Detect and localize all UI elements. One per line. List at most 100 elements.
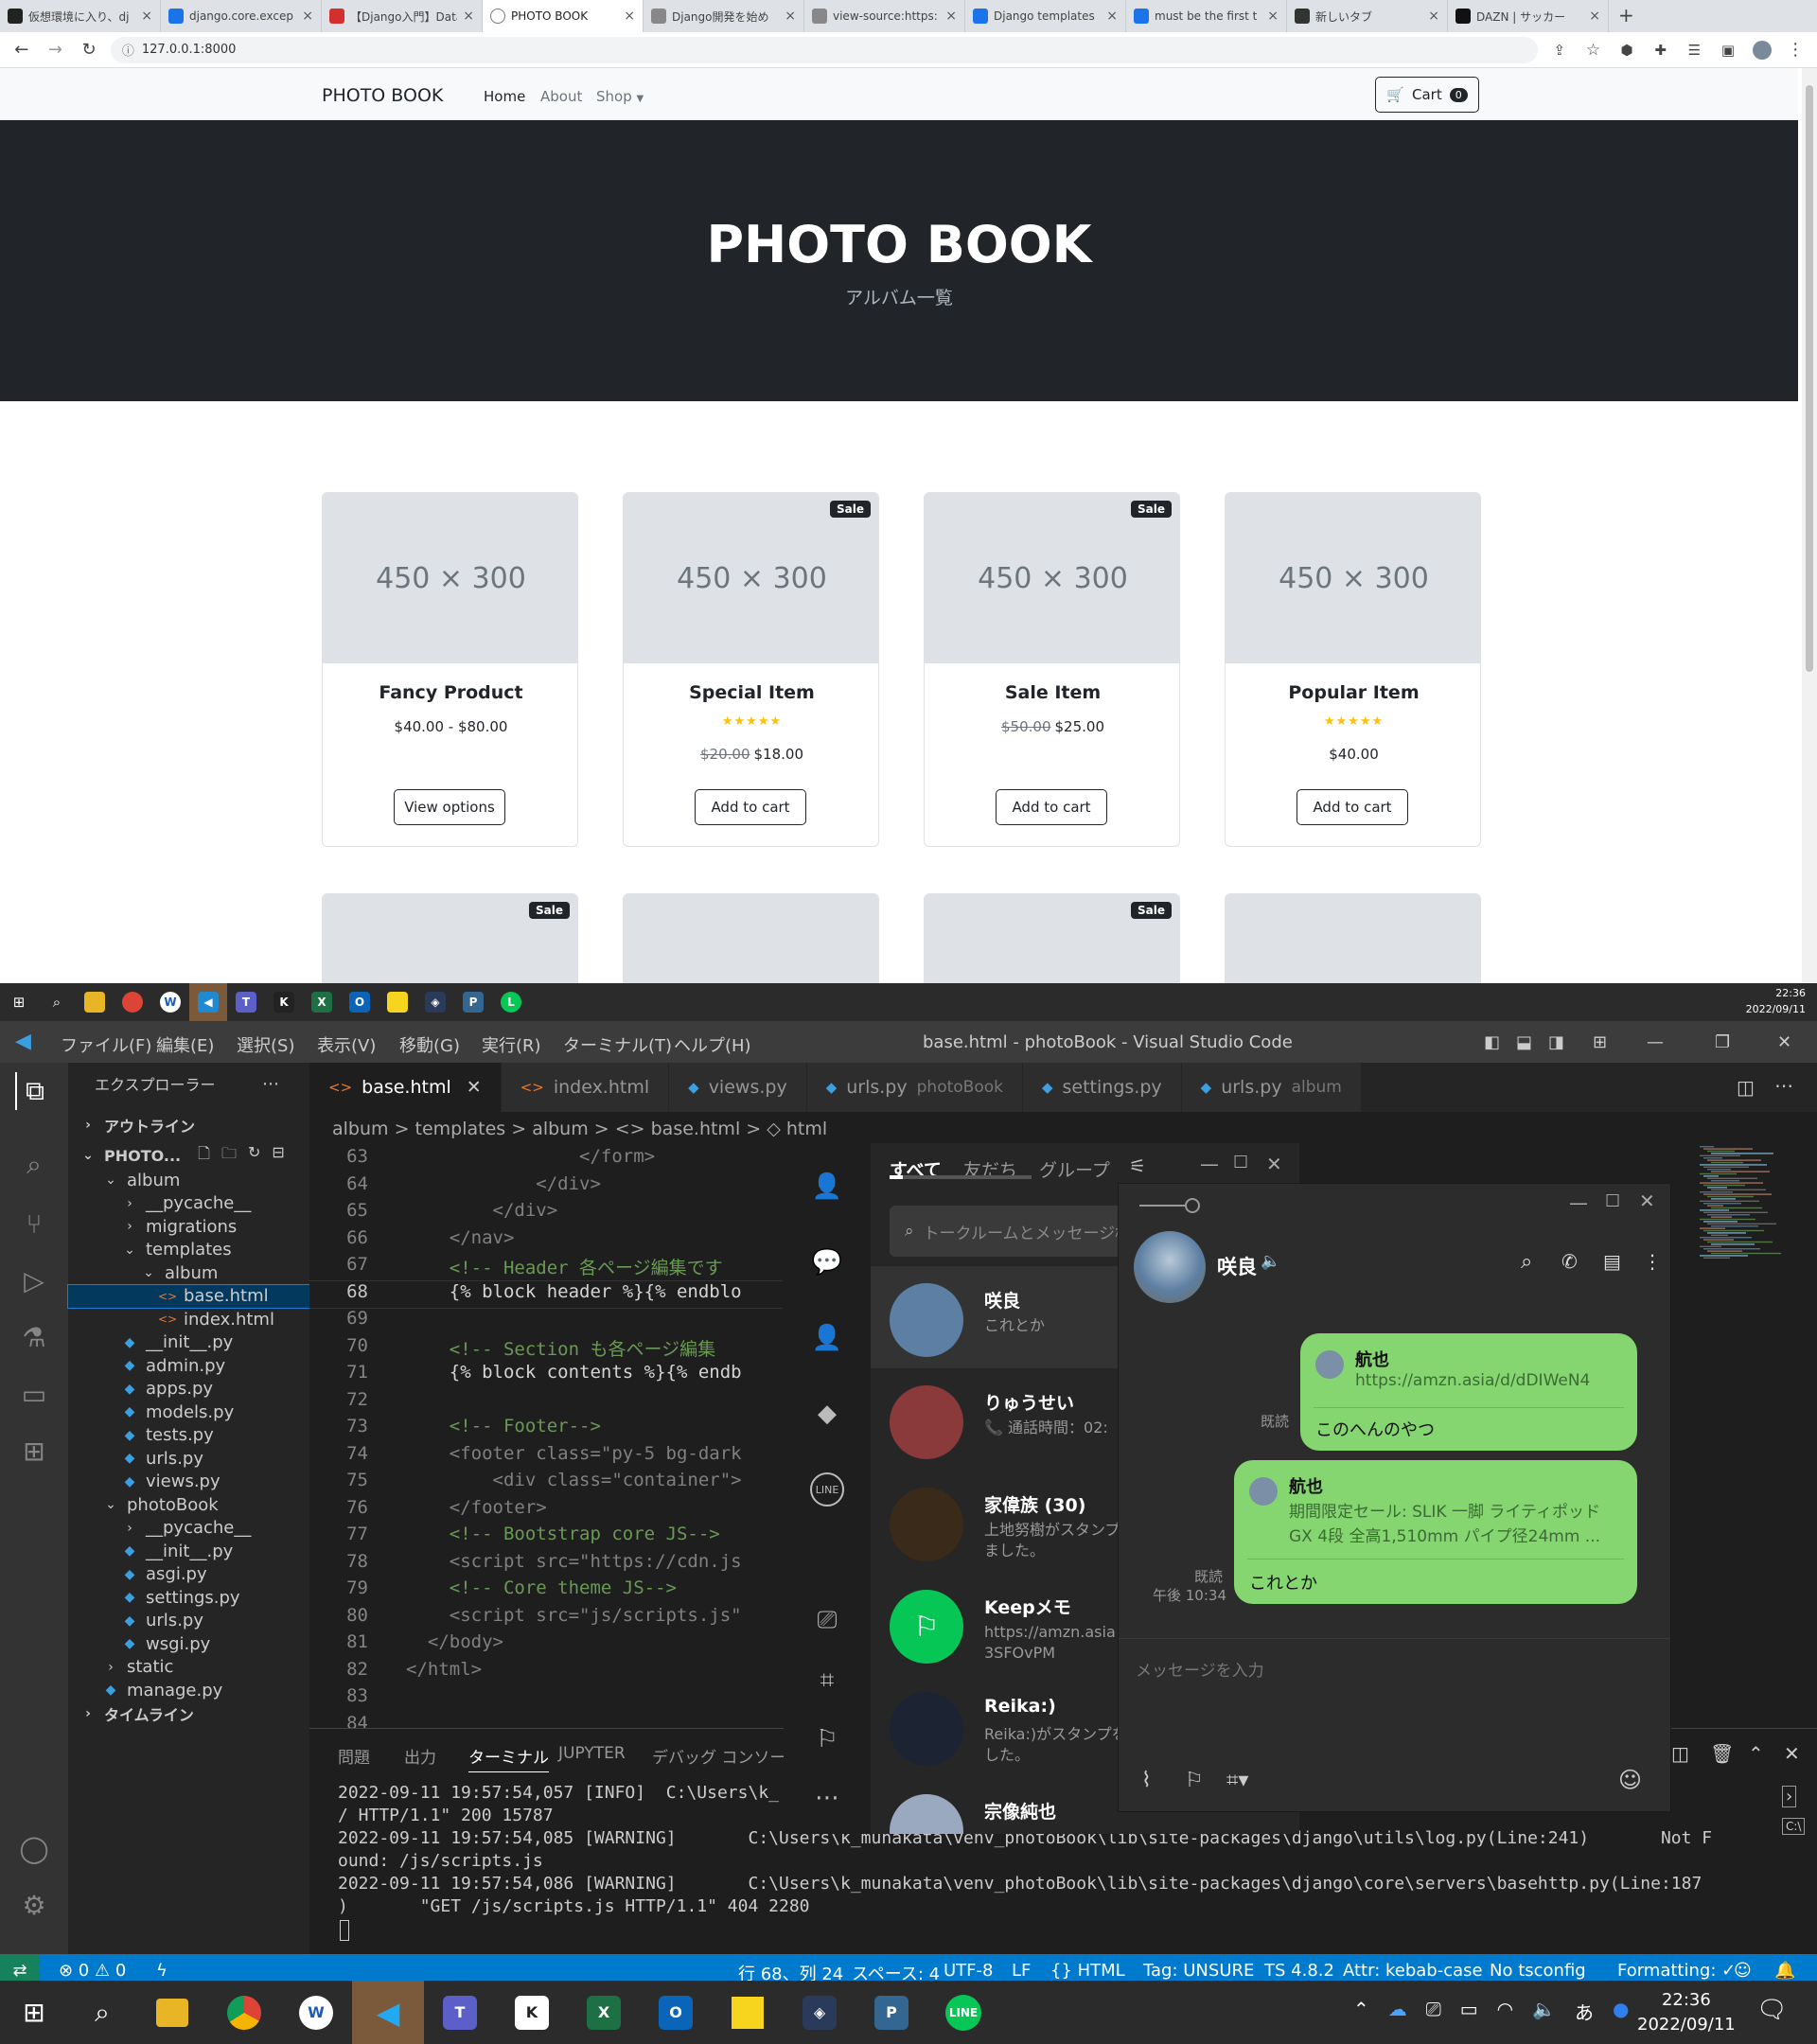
meet-icon[interactable]: ⎚ [1426, 1998, 1441, 2025]
browser-tab[interactable]: 新しいタブ × [1287, 0, 1448, 32]
tab-terminal[interactable]: ターミナル [468, 1744, 549, 1772]
chat-search-icon[interactable]: ⌕ [1521, 1250, 1532, 1274]
tree-item[interactable]: ◆ wsgi.py [68, 1632, 309, 1655]
remote-explorer-icon[interactable]: ▭ [15, 1375, 53, 1413]
postgres-icon[interactable]: P [454, 983, 492, 1021]
more-actions-icon[interactable]: ⋯ [262, 1068, 300, 1099]
editor-tab[interactable]: ◆ urls.py album [1181, 1063, 1362, 1112]
menu-view[interactable]: 表示(V) [317, 1032, 376, 1057]
menu-run[interactable]: 実行(R) [482, 1032, 541, 1057]
browser-tab[interactable]: PHOTO BOOK × [483, 0, 644, 32]
kindle-icon[interactable]: K [265, 983, 303, 1021]
tree-item[interactable]: ◆ apps.py [68, 1378, 309, 1401]
nav-about-link[interactable]: About [540, 88, 582, 105]
product-action-button[interactable]: Add to cart [996, 789, 1107, 825]
browser-tab[interactable]: must be the first t × [1126, 0, 1287, 32]
tree-item[interactable]: ◆ urls.py [68, 1447, 309, 1470]
browser-tab[interactable]: DAZN | サッカー × [1448, 0, 1609, 32]
notifications-bell-icon[interactable]: 🔔 [1774, 1961, 1795, 1981]
browser-tab[interactable]: view-source:https: × [804, 0, 965, 32]
split-terminal-icon[interactable]: ◫ [1671, 1742, 1689, 1765]
editor-tab[interactable]: <> index.html [501, 1063, 670, 1112]
bookmark-icon[interactable]: ⚐ [810, 1722, 844, 1756]
toggle-panel-icon[interactable]: ⬓ [1516, 1032, 1532, 1052]
tab-close-icon[interactable]: × [1267, 9, 1279, 24]
tab-close-icon[interactable]: × [141, 9, 152, 24]
tree-item[interactable]: <> base.html [67, 1283, 310, 1309]
file-explorer-icon[interactable] [136, 1998, 208, 2027]
tab-close-icon[interactable]: × [624, 9, 635, 24]
product-action-button[interactable]: Add to cart [695, 789, 806, 825]
product-action-button[interactable]: View options [394, 789, 505, 825]
info-icon[interactable]: ⓘ [122, 41, 134, 59]
search-icon[interactable]: ⌕ [68, 1997, 136, 2029]
outlook-icon[interactable]: O [341, 983, 379, 1021]
sidepanel-icon[interactable]: ▣ [1716, 38, 1740, 62]
notification-center-icon[interactable]: 🗨 [1756, 1996, 1788, 2024]
browser-tab[interactable]: django.core.excep × [161, 0, 322, 32]
browser-tab[interactable]: Django templates × [965, 0, 1126, 32]
layout-icon[interactable]: ⊞ [1593, 1032, 1607, 1052]
feedback-icon[interactable]: ☺ [1734, 1961, 1752, 1981]
notes-icon[interactable]: ▤ [1603, 1250, 1621, 1273]
accounts-icon[interactable]: ◯ [15, 1829, 53, 1867]
extensions-icon[interactable]: ⊞ [15, 1432, 53, 1470]
maximize-panel-icon[interactable]: ⌃ [1748, 1742, 1764, 1765]
back-icon[interactable]: ← [9, 38, 34, 62]
menu-terminal[interactable]: ターミナル(T) [563, 1032, 672, 1057]
attr-status[interactable]: Attr: kebab-case [1343, 1961, 1483, 1981]
excel-icon[interactable]: X [568, 1995, 640, 2030]
menu-selection[interactable]: 選択(S) [237, 1032, 294, 1057]
minimize-icon[interactable]: — [1647, 1032, 1664, 1052]
new-file-icon[interactable]: 🗋 [198, 1143, 210, 1169]
new-folder-icon[interactable]: 🗀 [221, 1143, 237, 1169]
product-action-button[interactable]: Add to cart [1297, 789, 1408, 825]
tab-close-icon[interactable]: × [1106, 9, 1118, 24]
msg1-link[interactable]: https://amzn.asia/d/dDIWeN4 [1355, 1371, 1590, 1390]
postgres-icon[interactable]: P [856, 1995, 927, 2030]
tab-close-icon[interactable]: × [1428, 9, 1439, 24]
message-bubble-1[interactable]: 航也 https://amzn.asia/d/dDIWeN4 このへんのやつ [1300, 1333, 1637, 1451]
call-icon[interactable]: ✆ [1561, 1250, 1578, 1273]
vscode-icon[interactable]: ◀ [352, 1981, 424, 2044]
chrome-icon[interactable] [114, 983, 151, 1021]
teams-icon[interactable]: T [424, 1995, 496, 2030]
menu-go[interactable]: 移動(G) [399, 1032, 460, 1057]
share-icon[interactable]: ⇪ [1547, 38, 1572, 62]
editor-tab[interactable]: <> base.html ✕ [309, 1063, 502, 1112]
project-section[interactable]: ⌄ PHOTO... 🗋 🗀 ↻ ⊟ [68, 1140, 309, 1171]
start-icon[interactable]: ⊞ [0, 1997, 68, 2028]
app-icon[interactable]: ◈ [784, 1995, 856, 2030]
message-input[interactable]: メッセージを入力 [1136, 1657, 1264, 1681]
tsconfig-status[interactable]: No tsconfig [1490, 1961, 1586, 1981]
msg2-preview-line1[interactable]: 期間限定セール: SLIK 一脚 ライティポッド [1289, 1498, 1600, 1522]
tree-item[interactable]: ◆ asgi.py [68, 1563, 309, 1586]
tree-item[interactable]: ⌄ album [68, 1261, 309, 1284]
tab-close-icon[interactable]: ✕ [467, 1077, 482, 1098]
problems-status[interactable]: ⊗ 0 ⚠ 0 [59, 1961, 126, 1981]
puzzle-icon[interactable]: ✚ [1649, 38, 1673, 62]
tree-item[interactable]: ◆ models.py [68, 1401, 309, 1423]
more-icon[interactable]: ⋯ [810, 1781, 844, 1815]
kindle-icon[interactable]: K [496, 1995, 568, 2030]
line-icon[interactable]: L [492, 983, 530, 1021]
tree-item[interactable]: ◆ __init__.py [68, 1540, 309, 1562]
editor-tab[interactable]: ◆ urls.py photoBook [806, 1063, 1023, 1112]
toggle-sidebar-icon[interactable]: ◧ [1484, 1032, 1500, 1052]
testing-icon[interactable]: ⚗ [15, 1318, 53, 1356]
tree-item[interactable]: › __pycache__ [68, 1517, 309, 1540]
formatting-status[interactable]: Formatting: ✓ [1617, 1961, 1736, 1981]
tab-close-icon[interactable]: × [302, 9, 313, 24]
tab-close-icon[interactable]: × [463, 9, 474, 24]
tree-item[interactable]: ⌄ album [68, 1169, 309, 1191]
cart-button[interactable]: 🛒 Cart 0 [1375, 77, 1479, 113]
search-icon[interactable]: ⌕ [38, 983, 76, 1021]
chats-icon[interactable]: 💬 [810, 1245, 844, 1279]
playlist-icon[interactable]: ☰ [1683, 38, 1707, 62]
run-debug-icon[interactable]: ▷ [15, 1261, 53, 1299]
attach-icon[interactable]: ⌇ [1141, 1769, 1152, 1792]
chat-avatar[interactable] [1134, 1231, 1206, 1303]
collapse-all-icon[interactable]: ⊟ [272, 1143, 284, 1169]
browser-tab[interactable]: Django開発を始め × [644, 0, 804, 32]
tab-jupyter[interactable]: JUPYTER [558, 1744, 626, 1763]
